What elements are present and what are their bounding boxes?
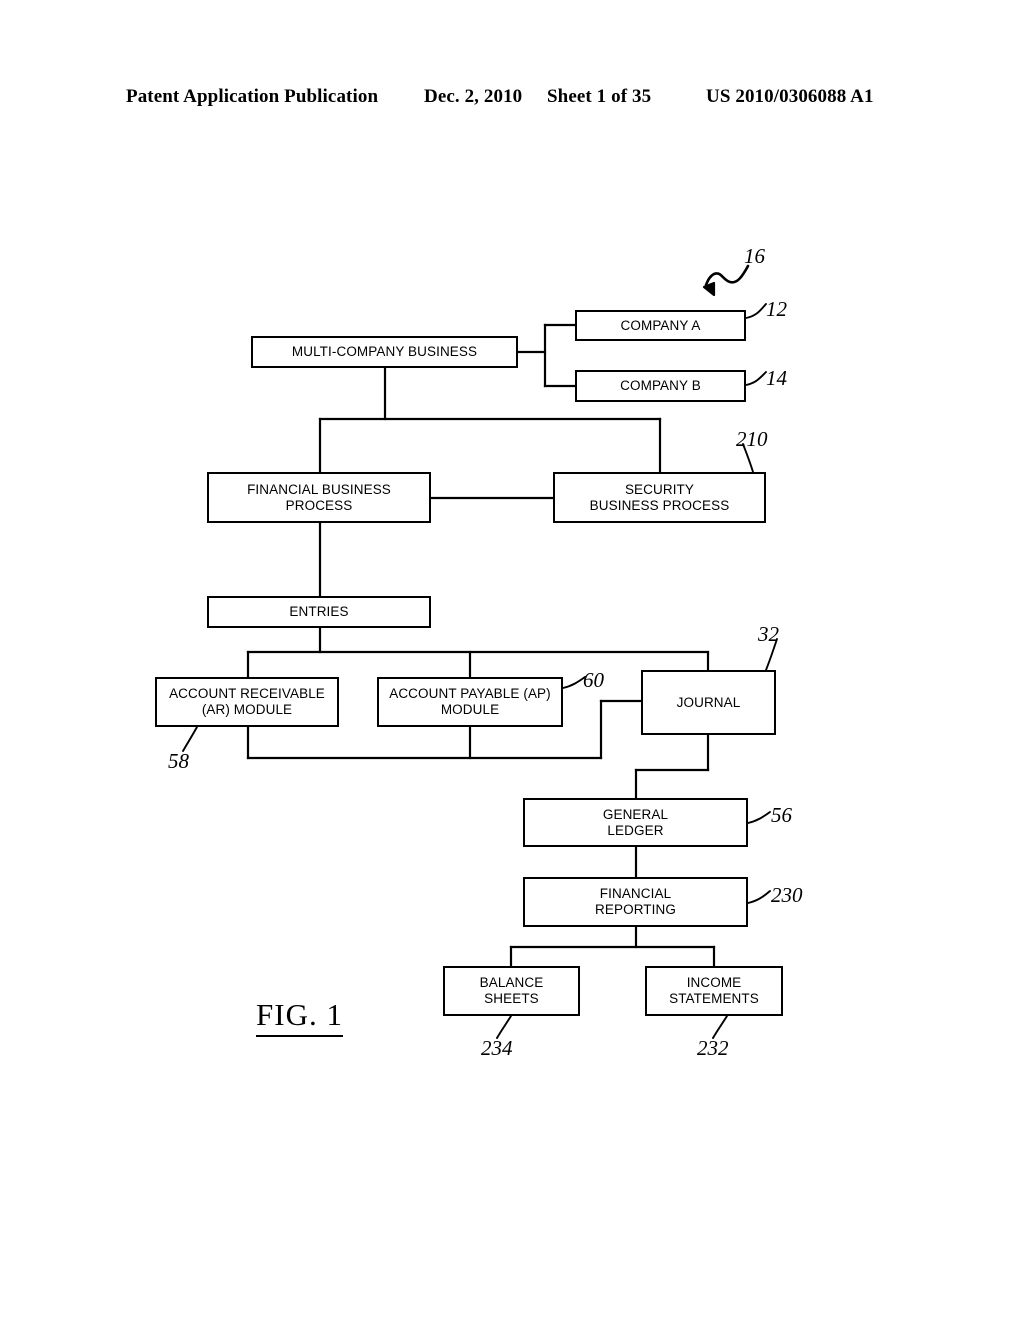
node-label-line2: (AR) MODULE	[201, 702, 293, 717]
node-label: SECURITY BUSINESS PROCESS	[586, 482, 734, 514]
node-company-a[interactable]: COMPANY A	[575, 310, 746, 341]
node-label-line2: LEDGER	[607, 822, 664, 838]
node-label: ACCOUNT PAYABLE (AP) MODULE	[385, 686, 555, 718]
node-label: COMPANY A	[620, 317, 701, 333]
reference-numeral-32: 32	[758, 622, 779, 646]
figure-1-diagram: MULTI-COMPANY BUSINESS COMPANY A COMPANY…	[0, 0, 1024, 1320]
node-entries[interactable]: ENTRIES	[207, 596, 431, 628]
node-label: JOURNAL	[676, 694, 741, 710]
reference-numeral-56: 56	[771, 803, 792, 827]
leader-line-230	[747, 890, 771, 904]
figure-caption: FIG. 1	[256, 997, 343, 1037]
callout-arrow-16	[702, 264, 750, 297]
reference-numeral-232: 232	[697, 1036, 729, 1060]
reference-numeral-14: 14	[766, 366, 787, 390]
leader-line-56	[747, 811, 771, 824]
node-income-statements[interactable]: INCOME STATEMENTS	[645, 966, 783, 1016]
node-journal[interactable]: JOURNAL	[641, 670, 776, 735]
node-label-line1: FINANCIAL BUSINESS	[247, 481, 391, 497]
node-label-line1: FINANCIAL	[599, 886, 672, 901]
reference-numeral-234: 234	[481, 1036, 513, 1060]
leader-line-14	[745, 371, 767, 386]
node-account-receivable-module[interactable]: ACCOUNT RECEIVABLE (AR) MODULE	[155, 677, 339, 727]
node-financial-business-process[interactable]: FINANCIAL BUSINESS PROCESS	[207, 472, 431, 523]
node-label: INCOME STATEMENTS	[665, 975, 763, 1007]
node-label-line1: ACCOUNT RECEIVABLE	[169, 686, 325, 701]
reference-numeral-230: 230	[771, 883, 803, 907]
node-label-line2: STATEMENTS	[669, 991, 759, 1006]
reference-numeral-60: 60	[583, 668, 604, 692]
leader-line-12	[745, 303, 767, 319]
node-label-line1: SECURITY	[624, 481, 695, 497]
node-label-line2: BUSINESS PROCESS	[589, 497, 730, 513]
reference-numeral-58: 58	[168, 749, 189, 773]
node-label-line2: SHEETS	[484, 991, 539, 1006]
node-multi-company-business[interactable]: MULTI-COMPANY BUSINESS	[251, 336, 518, 368]
node-balance-sheets[interactable]: BALANCE SHEETS	[443, 966, 580, 1016]
node-label-line2: REPORTING	[595, 902, 676, 917]
node-account-payable-module[interactable]: ACCOUNT PAYABLE (AP) MODULE	[377, 677, 563, 727]
node-company-b[interactable]: COMPANY B	[575, 370, 746, 402]
reference-numeral-16: 16	[744, 244, 765, 268]
node-label: ACCOUNT RECEIVABLE (AR) MODULE	[165, 686, 329, 718]
node-label: FINANCIAL BUSINESS PROCESS	[243, 482, 395, 514]
leader-line-60	[562, 676, 586, 689]
node-label: BALANCE SHEETS	[476, 975, 548, 1007]
node-financial-reporting[interactable]: FINANCIAL REPORTING	[523, 877, 748, 927]
node-label: FINANCIAL REPORTING	[591, 886, 680, 918]
node-security-business-process[interactable]: SECURITY BUSINESS PROCESS	[553, 472, 766, 523]
node-label-line1: BALANCE	[479, 975, 544, 990]
reference-numeral-12: 12	[766, 297, 787, 321]
leader-line-232	[712, 1015, 728, 1039]
diagram-connectors	[182, 264, 778, 1039]
leader-line-234	[496, 1015, 512, 1039]
node-label: ENTRIES	[289, 604, 349, 619]
node-label-line1: INCOME	[686, 975, 742, 990]
node-label: COMPANY B	[620, 378, 701, 393]
node-label-line2: MODULE	[440, 702, 500, 717]
reference-numeral-210: 210	[736, 427, 768, 451]
leader-line-58	[182, 726, 198, 752]
node-label-line2: PROCESS	[285, 497, 353, 513]
node-label: GENERAL LEDGER	[599, 807, 672, 839]
node-label-line1: GENERAL	[602, 806, 669, 822]
node-general-ledger[interactable]: GENERAL LEDGER	[523, 798, 748, 847]
node-label-line1: ACCOUNT PAYABLE (AP)	[389, 686, 551, 701]
node-label: MULTI-COMPANY BUSINESS	[291, 344, 478, 359]
